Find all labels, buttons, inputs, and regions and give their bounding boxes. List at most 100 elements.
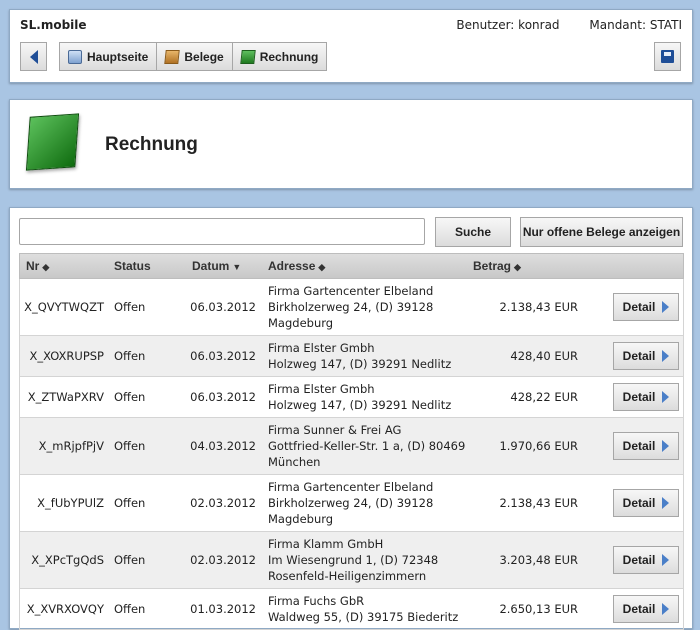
table-row: X_XOXRUPSP Offen 06.03.2012 Firma Elster Gm… <box>19 336 684 377</box>
app-name: SL.mobile <box>20 18 87 32</box>
cell-date: 02.03.2012 <box>190 553 256 567</box>
detail-label: Detail <box>622 496 656 510</box>
cell-nr: X_XVRXOVQY <box>26 602 104 616</box>
detail-button[interactable]: Detail <box>613 293 679 321</box>
cell-date: 02.03.2012 <box>190 496 256 510</box>
address-company: Firma Gartencenter Elbeland <box>268 284 434 298</box>
open-only-button[interactable]: Nur offene Belege anzeigen <box>520 217 683 247</box>
address-street: Birkholzerweg 24, (D) 39128 <box>268 496 434 510</box>
cell-amount: 3.203,48 EUR <box>499 553 578 567</box>
back-arrow-icon <box>29 49 38 64</box>
address-city: Magdeburg <box>268 316 334 330</box>
col-status: Status <box>114 259 151 273</box>
address-company: Firma Elster Gmbh <box>268 341 375 355</box>
cell-amount: 428,40 EUR <box>510 349 578 363</box>
cell-status: Offen <box>114 439 146 453</box>
address-street: Holzweg 147, (D) 39291 Nedlitz <box>268 357 452 371</box>
search-button[interactable]: Suche <box>435 217 511 247</box>
detail-button[interactable]: Detail <box>613 489 679 517</box>
breadcrumb-invoice[interactable]: Rechnung <box>232 42 328 71</box>
col-nr[interactable]: Nr ◆ <box>20 259 110 273</box>
cell-nr: X_mRjpfPjV <box>38 439 104 453</box>
client-label: Mandant: STATI <box>589 18 682 32</box>
table-row: X_QVYTWQZT Offen 06.03.2012 Firma Gartencen… <box>19 279 684 336</box>
table-row: X_mRjpfPjV Offen 04.03.2012 Firma Sunner & … <box>19 418 684 475</box>
detail-button[interactable]: Detail <box>613 383 679 411</box>
cell-date: 06.03.2012 <box>190 300 256 314</box>
user-label: Benutzer: konrad <box>456 18 560 32</box>
cell-address: Firma Klamm GmbH Im Wiesengrund 1, (D) 72… <box>262 536 467 584</box>
cell-amount: 2.138,43 EUR <box>499 496 578 510</box>
breadcrumb-documents-label: Belege <box>184 49 224 64</box>
address-company: Firma Sunner & Frei AG <box>268 423 402 437</box>
sort-icon: ◆ <box>42 262 50 272</box>
chevron-right-icon <box>662 350 670 362</box>
table-row: X_fUbYPUlZ Offen 02.03.2012 Firma Gartencen… <box>19 475 684 532</box>
invoice-icon <box>239 49 256 64</box>
cell-status: Offen <box>114 349 146 363</box>
address-street: Birkholzerweg 24, (D) 39128 <box>268 300 434 314</box>
sort-icon: ◆ <box>514 262 521 272</box>
sort-desc-icon: ▼ <box>232 262 242 272</box>
cell-address: Firma Gartencenter Elbeland Birkholzerweg… <box>262 283 467 331</box>
detail-label: Detail <box>622 300 656 314</box>
address-street: Gottfried-Keller-Str. 1 a, (D) 80469 <box>268 439 466 453</box>
cell-status: Offen <box>114 553 146 567</box>
cell-nr: X_ZTWaPXRV <box>27 390 104 404</box>
cell-status: Offen <box>114 390 146 404</box>
page-title: Rechnung <box>105 134 198 155</box>
breadcrumb-home-label: Hauptseite <box>87 49 149 64</box>
address-city: Magdeburg <box>268 512 334 526</box>
user-info: Benutzer: konrad Mandant: STATI <box>430 18 682 32</box>
breadcrumb-home[interactable]: Hauptseite <box>59 42 158 71</box>
table-header: Nr ◆ Status Datum ▼ Adresse ◆ Betrag ◆ <box>19 253 684 279</box>
cell-date: 04.03.2012 <box>190 439 256 453</box>
detail-label: Detail <box>622 602 656 616</box>
chevron-right-icon <box>662 497 670 509</box>
col-date[interactable]: Datum ▼ <box>186 259 262 273</box>
detail-label: Detail <box>622 553 656 567</box>
main-panel: Suche Nur offene Belege anzeigen Nr ◆ Sta… <box>9 207 693 630</box>
cell-date: 01.03.2012 <box>190 602 256 616</box>
detail-button[interactable]: Detail <box>613 432 679 460</box>
cell-address: Firma Fuchs GbR Waldweg 55, (D) 39175 Bie… <box>262 593 467 625</box>
col-amount[interactable]: Betrag ◆ <box>467 259 588 273</box>
breadcrumb-invoice-label: Rechnung <box>259 49 319 64</box>
address-company: Firma Elster Gmbh <box>268 382 375 396</box>
home-icon <box>68 49 82 64</box>
detail-button[interactable]: Detail <box>613 546 679 574</box>
documents-icon <box>164 49 181 64</box>
chevron-right-icon <box>662 391 670 403</box>
address-company: Firma Fuchs GbR <box>268 594 365 608</box>
address-company: Firma Gartencenter Elbeland <box>268 480 434 494</box>
detail-button[interactable]: Detail <box>613 595 679 623</box>
cell-status: Offen <box>114 602 146 616</box>
address-company: Firma Klamm GmbH <box>268 537 384 551</box>
cell-address: Firma Elster Gmbh Holzweg 147, (D) 39291 … <box>262 381 467 413</box>
chevron-right-icon <box>662 603 670 615</box>
back-button[interactable] <box>20 42 47 71</box>
cell-address: Firma Gartencenter Elbeland Birkholzerweg… <box>262 479 467 527</box>
chevron-right-icon <box>662 440 670 452</box>
chevron-right-icon <box>662 554 670 566</box>
chevron-right-icon <box>662 301 670 313</box>
address-street: Im Wiesengrund 1, (D) 72348 <box>268 553 439 567</box>
breadcrumb-documents[interactable]: Belege <box>157 42 233 71</box>
detail-button[interactable]: Detail <box>613 342 679 370</box>
table-body: X_QVYTWQZT Offen 06.03.2012 Firma Gartencen… <box>19 279 684 630</box>
invoice-large-icon <box>25 113 80 171</box>
cell-date: 06.03.2012 <box>190 390 256 404</box>
col-address[interactable]: Adresse ◆ <box>262 258 467 275</box>
search-input[interactable] <box>19 218 425 245</box>
save-button[interactable] <box>654 42 681 71</box>
invoice-table: Nr ◆ Status Datum ▼ Adresse ◆ Betrag ◆ X_QVY… <box>19 253 684 630</box>
breadcrumb: Hauptseite Belege Rechnung <box>59 42 328 71</box>
cell-nr: X_fUbYPUlZ <box>37 496 104 510</box>
detail-label: Detail <box>622 439 656 453</box>
cell-amount: 428,22 EUR <box>510 390 578 404</box>
address-street: Holzweg 147, (D) 39291 Nedlitz <box>268 398 452 412</box>
table-row: X_ZTWaPXRV Offen 06.03.2012 Firma Elster Gm… <box>19 377 684 418</box>
detail-label: Detail <box>622 390 656 404</box>
address-city: München <box>268 455 321 469</box>
cell-amount: 2.650,13 EUR <box>499 602 578 616</box>
